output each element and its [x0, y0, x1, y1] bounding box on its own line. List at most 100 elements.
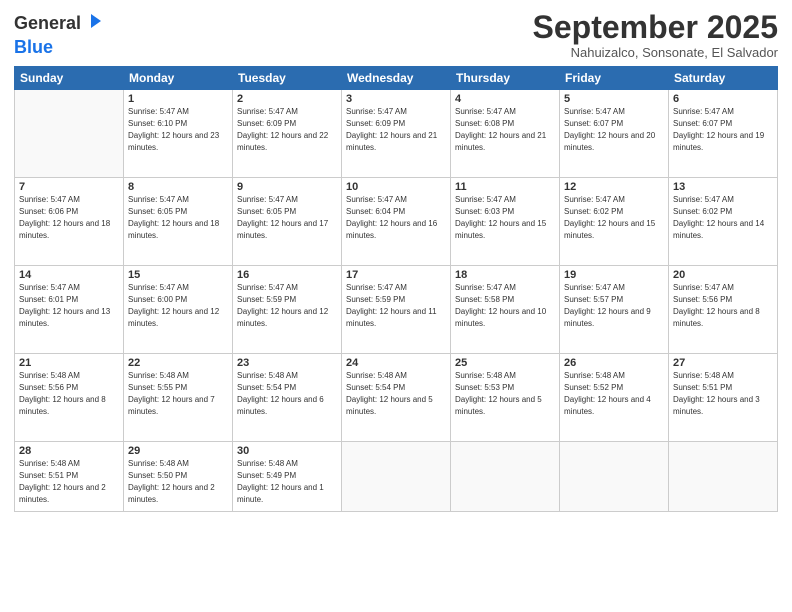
cell-details: Sunrise: 5:48 AMSunset: 5:52 PMDaylight:…	[564, 371, 651, 415]
calendar-cell: 28 Sunrise: 5:48 AMSunset: 5:51 PMDayligh…	[15, 442, 124, 512]
week-row-1: 1 Sunrise: 5:47 AMSunset: 6:10 PMDaylight…	[15, 90, 778, 178]
calendar-table: Sunday Monday Tuesday Wednesday Thursday…	[14, 66, 778, 512]
cell-details: Sunrise: 5:48 AMSunset: 5:56 PMDaylight:…	[19, 371, 106, 415]
date-number: 9	[237, 181, 337, 193]
calendar-cell: 27Sunrise: 5:48 AMSunset: 5:51 PMDayligh…	[669, 354, 778, 442]
location-subtitle: Nahuizalco, Sonsonate, El Salvador	[533, 45, 778, 60]
calendar-cell: 2 Sunrise: 5:47 AMSunset: 6:09 PMDaylight…	[233, 90, 342, 178]
calendar-cell: 19 Sunrise: 5:47 AMSunset: 5:57 PMDayligh…	[560, 266, 669, 354]
date-number: 6	[673, 93, 773, 105]
cell-details: Sunrise: 5:47 AMSunset: 6:05 PMDaylight:…	[237, 195, 328, 239]
header-saturday: Saturday	[669, 67, 778, 90]
date-number: 12	[564, 181, 664, 193]
calendar-cell	[342, 442, 451, 512]
header-row: Sunday Monday Tuesday Wednesday Thursday…	[15, 67, 778, 90]
cell-details: Sunrise: 5:47 AMSunset: 5:57 PMDaylight:…	[564, 283, 651, 327]
cell-details: Sunrise: 5:47 AMSunset: 6:10 PMDaylight:…	[128, 107, 219, 151]
week-row-4: 21Sunrise: 5:48 AMSunset: 5:56 PMDayligh…	[15, 354, 778, 442]
calendar-cell: 26 Sunrise: 5:48 AMSunset: 5:52 PMDayligh…	[560, 354, 669, 442]
date-number: 1	[128, 93, 228, 105]
cell-details: Sunrise: 5:48 AMSunset: 5:54 PMDaylight:…	[237, 371, 324, 415]
cell-details: Sunrise: 5:47 AMSunset: 6:05 PMDaylight:…	[128, 195, 219, 239]
date-number: 2	[237, 93, 337, 105]
calendar-cell: 15 Sunrise: 5:47 AMSunset: 6:00 PMDayligh…	[124, 266, 233, 354]
date-number: 7	[19, 181, 119, 193]
calendar-cell: 4 Sunrise: 5:47 AMSunset: 6:08 PMDaylight…	[451, 90, 560, 178]
calendar-cell: 25 Sunrise: 5:48 AMSunset: 5:53 PMDayligh…	[451, 354, 560, 442]
calendar-cell	[15, 90, 124, 178]
header: General Blue September 2025 Nahuizalco, …	[14, 10, 778, 60]
date-number: 5	[564, 93, 664, 105]
cell-details: Sunrise: 5:47 AMSunset: 6:00 PMDaylight:…	[128, 283, 219, 327]
header-friday: Friday	[560, 67, 669, 90]
calendar-cell	[451, 442, 560, 512]
title-area: September 2025 Nahuizalco, Sonsonate, El…	[533, 10, 778, 60]
cell-details: Sunrise: 5:47 AMSunset: 5:56 PMDaylight:…	[673, 283, 760, 327]
date-number: 19	[564, 269, 664, 281]
cell-details: Sunrise: 5:48 AMSunset: 5:51 PMDaylight:…	[19, 459, 106, 503]
cell-details: Sunrise: 5:48 AMSunset: 5:50 PMDaylight:…	[128, 459, 215, 503]
logo-general-text: General	[14, 13, 81, 34]
week-row-5: 28 Sunrise: 5:48 AMSunset: 5:51 PMDayligh…	[15, 442, 778, 512]
date-number: 27	[673, 357, 773, 369]
cell-details: Sunrise: 5:47 AMSunset: 6:09 PMDaylight:…	[237, 107, 328, 151]
date-number: 30	[237, 445, 337, 457]
date-number: 11	[455, 181, 555, 193]
logo-blue-text: Blue	[14, 37, 53, 58]
date-number: 3	[346, 93, 446, 105]
calendar-cell: 8Sunrise: 5:47 AMSunset: 6:05 PMDaylight…	[124, 178, 233, 266]
cell-details: Sunrise: 5:47 AMSunset: 6:06 PMDaylight:…	[19, 195, 110, 239]
calendar-cell	[669, 442, 778, 512]
date-number: 20	[673, 269, 773, 281]
date-number: 18	[455, 269, 555, 281]
cell-details: Sunrise: 5:48 AMSunset: 5:53 PMDaylight:…	[455, 371, 542, 415]
cell-details: Sunrise: 5:48 AMSunset: 5:49 PMDaylight:…	[237, 459, 324, 503]
cell-details: Sunrise: 5:47 AMSunset: 6:09 PMDaylight:…	[346, 107, 437, 151]
date-number: 22	[128, 357, 228, 369]
logo: General Blue	[14, 10, 105, 58]
calendar-cell: 3 Sunrise: 5:47 AMSunset: 6:09 PMDaylight…	[342, 90, 451, 178]
calendar-cell: 10 Sunrise: 5:47 AMSunset: 6:04 PMDayligh…	[342, 178, 451, 266]
date-number: 10	[346, 181, 446, 193]
calendar-cell: 14Sunrise: 5:47 AMSunset: 6:01 PMDayligh…	[15, 266, 124, 354]
calendar-cell: 11 Sunrise: 5:47 AMSunset: 6:03 PMDayligh…	[451, 178, 560, 266]
header-tuesday: Tuesday	[233, 67, 342, 90]
cell-details: Sunrise: 5:47 AMSunset: 6:04 PMDaylight:…	[346, 195, 437, 239]
calendar-cell: 21Sunrise: 5:48 AMSunset: 5:56 PMDayligh…	[15, 354, 124, 442]
calendar-cell: 17 Sunrise: 5:47 AMSunset: 5:59 PMDayligh…	[342, 266, 451, 354]
calendar-cell: 23 Sunrise: 5:48 AMSunset: 5:54 PMDayligh…	[233, 354, 342, 442]
date-number: 15	[128, 269, 228, 281]
cell-details: Sunrise: 5:48 AMSunset: 5:54 PMDaylight:…	[346, 371, 433, 415]
calendar-cell: 12 Sunrise: 5:47 AMSunset: 6:02 PMDayligh…	[560, 178, 669, 266]
date-number: 29	[128, 445, 228, 457]
header-thursday: Thursday	[451, 67, 560, 90]
date-number: 13	[673, 181, 773, 193]
date-number: 24	[346, 357, 446, 369]
date-number: 26	[564, 357, 664, 369]
calendar-cell: 30 Sunrise: 5:48 AMSunset: 5:49 PMDayligh…	[233, 442, 342, 512]
header-monday: Monday	[124, 67, 233, 90]
calendar-cell: 6 Sunrise: 5:47 AMSunset: 6:07 PMDaylight…	[669, 90, 778, 178]
header-wednesday: Wednesday	[342, 67, 451, 90]
week-row-3: 14Sunrise: 5:47 AMSunset: 6:01 PMDayligh…	[15, 266, 778, 354]
header-sunday: Sunday	[15, 67, 124, 90]
cell-details: Sunrise: 5:47 AMSunset: 6:07 PMDaylight:…	[673, 107, 764, 151]
calendar-cell: 18Sunrise: 5:47 AMSunset: 5:58 PMDayligh…	[451, 266, 560, 354]
date-number: 28	[19, 445, 119, 457]
calendar-cell: 5Sunrise: 5:47 AMSunset: 6:07 PMDaylight…	[560, 90, 669, 178]
date-number: 25	[455, 357, 555, 369]
cell-details: Sunrise: 5:47 AMSunset: 5:59 PMDaylight:…	[346, 283, 437, 327]
date-number: 4	[455, 93, 555, 105]
cell-details: Sunrise: 5:47 AMSunset: 6:03 PMDaylight:…	[455, 195, 546, 239]
date-number: 23	[237, 357, 337, 369]
page: General Blue September 2025 Nahuizalco, …	[0, 0, 792, 612]
month-title: September 2025	[533, 10, 778, 45]
calendar-cell: 22Sunrise: 5:48 AMSunset: 5:55 PMDayligh…	[124, 354, 233, 442]
calendar-cell: 1 Sunrise: 5:47 AMSunset: 6:10 PMDaylight…	[124, 90, 233, 178]
cell-details: Sunrise: 5:47 AMSunset: 6:02 PMDaylight:…	[564, 195, 655, 239]
calendar-cell: 16Sunrise: 5:47 AMSunset: 5:59 PMDayligh…	[233, 266, 342, 354]
cell-details: Sunrise: 5:47 AMSunset: 6:08 PMDaylight:…	[455, 107, 546, 151]
calendar-cell: 13Sunrise: 5:47 AMSunset: 6:02 PMDayligh…	[669, 178, 778, 266]
week-row-2: 7 Sunrise: 5:47 AMSunset: 6:06 PMDaylight…	[15, 178, 778, 266]
date-number: 17	[346, 269, 446, 281]
